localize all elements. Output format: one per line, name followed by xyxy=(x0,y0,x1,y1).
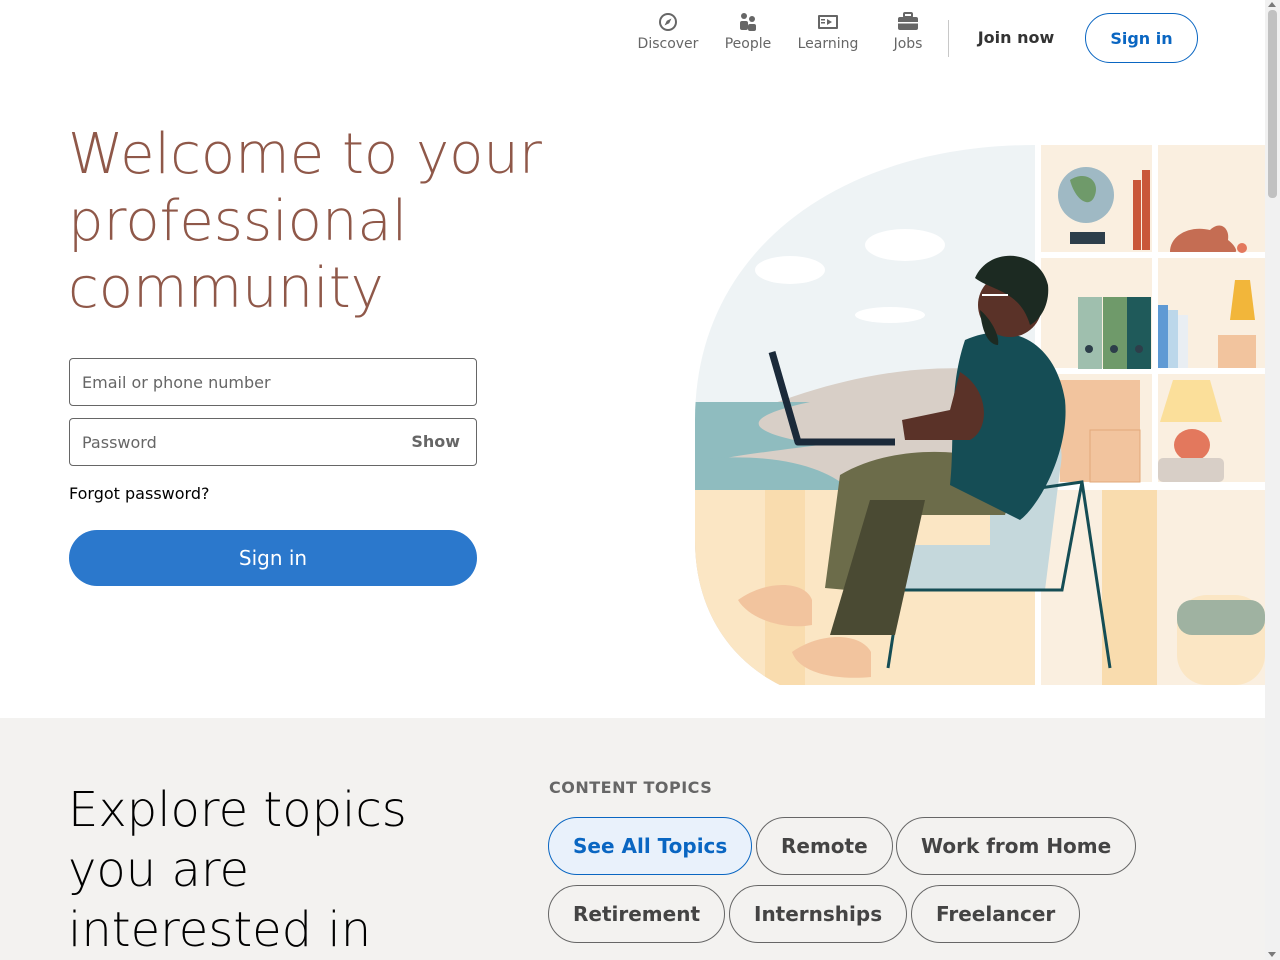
page-scrollbar[interactable] xyxy=(1265,0,1280,960)
topic-internships[interactable]: Internships xyxy=(729,885,908,943)
email-field[interactable] xyxy=(69,358,477,406)
nav-learning-label: Learning xyxy=(797,36,859,52)
nav-discover[interactable]: Discover xyxy=(628,10,708,52)
topics-section: Explore topics you are interested in CON… xyxy=(0,718,1265,960)
nav-divider xyxy=(948,20,949,57)
forgot-password-link[interactable]: Forgot password? xyxy=(69,484,209,503)
people-icon xyxy=(740,13,756,31)
nav-jobs[interactable]: Jobs xyxy=(868,10,948,52)
email-input[interactable] xyxy=(70,359,476,405)
top-nav: Discover People Learning Jobs Join now S… xyxy=(0,0,1265,76)
sign-in-button[interactable]: Sign in xyxy=(69,530,477,586)
topic-freelancer[interactable]: Freelancer xyxy=(911,885,1081,943)
briefcase-icon xyxy=(898,12,918,30)
nav-jobs-label: Jobs xyxy=(893,36,923,52)
header-sign-in-button[interactable]: Sign in xyxy=(1085,13,1198,63)
join-now-button[interactable]: Join now xyxy=(962,14,1070,60)
nav-people-label: People xyxy=(724,36,772,52)
compass-icon xyxy=(659,13,677,31)
nav-learning[interactable]: Learning xyxy=(788,10,868,52)
nav-discover-label: Discover xyxy=(637,36,699,52)
topic-remote[interactable]: Remote xyxy=(756,817,893,875)
topic-work-from-home[interactable]: Work from Home xyxy=(896,817,1137,875)
topic-see-all-topics[interactable]: See All Topics xyxy=(548,817,753,875)
topics-title: Explore topics you are interested in xyxy=(68,782,407,958)
scroll-down-icon[interactable] xyxy=(1268,952,1276,957)
password-field[interactable]: Show xyxy=(69,418,477,466)
hero-illustration xyxy=(695,145,1265,685)
nav-people[interactable]: People xyxy=(708,10,788,52)
hero-title: Welcome to your professional community xyxy=(68,122,542,321)
scroll-thumb[interactable] xyxy=(1268,10,1277,198)
topic-retirement[interactable]: Retirement xyxy=(548,885,726,943)
learning-icon xyxy=(818,15,838,29)
content-topics-label: CONTENT TOPICS xyxy=(549,778,713,797)
show-password-button[interactable]: Show xyxy=(411,432,460,451)
scroll-up-icon[interactable] xyxy=(1268,2,1276,7)
